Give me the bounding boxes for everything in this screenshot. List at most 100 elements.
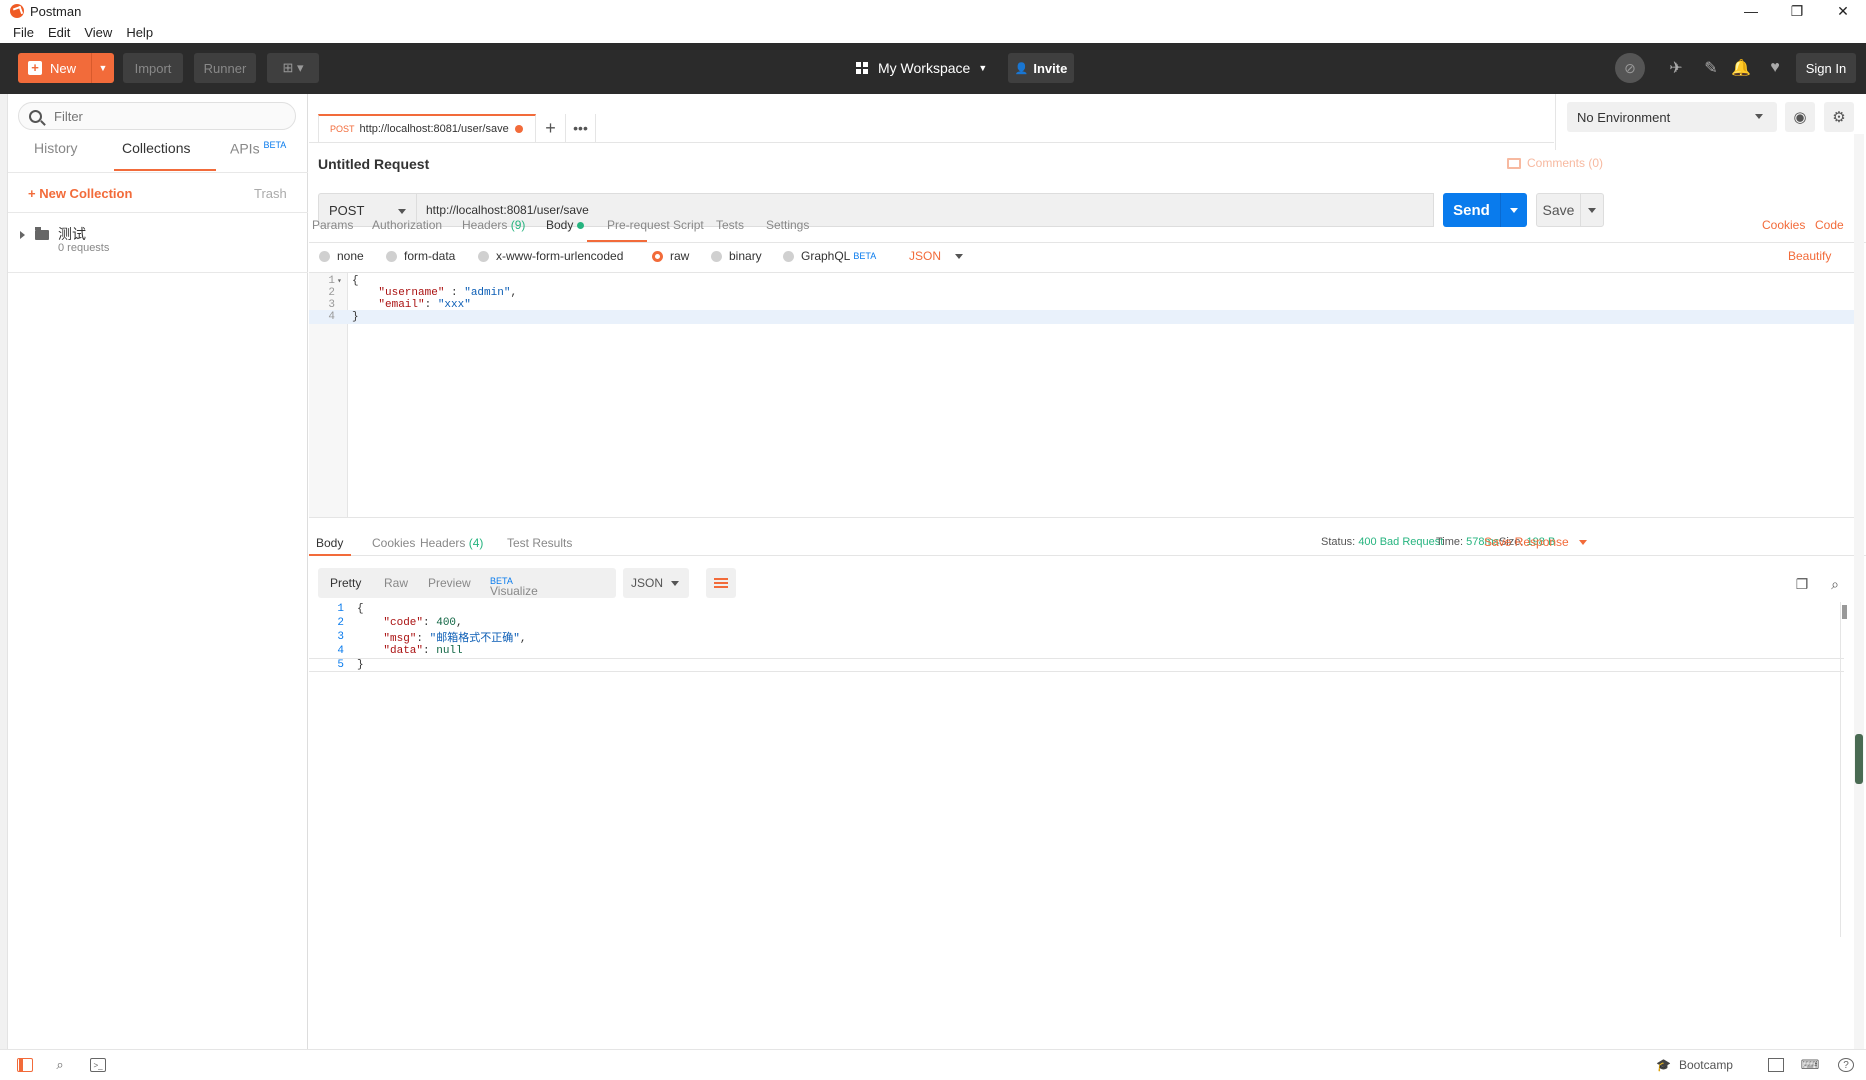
json-value: 400	[436, 617, 457, 629]
response-format-select[interactable]: JSON	[623, 568, 689, 598]
divider	[309, 142, 1554, 143]
radio-raw[interactable]: raw	[652, 249, 689, 263]
menu-view[interactable]: View	[77, 25, 119, 40]
code-link[interactable]: Code	[1815, 218, 1844, 232]
tab-prerequest[interactable]: Pre-request Script	[607, 218, 704, 232]
copy-icon[interactable]: ❐	[1794, 576, 1810, 592]
gear-icon[interactable]: ⚙	[1824, 102, 1854, 132]
unsaved-dot-icon[interactable]	[514, 125, 523, 133]
radio-none[interactable]: none	[319, 249, 364, 263]
scrollbar-thumb[interactable]	[1855, 734, 1863, 784]
maximize-button[interactable]: ❐	[1774, 0, 1820, 22]
new-dropdown-icon[interactable]: ▼	[92, 53, 114, 83]
new-button-label[interactable]: + New	[18, 53, 92, 83]
eye-icon[interactable]: ◉	[1785, 102, 1815, 132]
bootcamp-label: Bootcamp	[1678, 1058, 1733, 1072]
menu-file[interactable]: File	[6, 25, 41, 40]
import-button[interactable]: Import	[123, 53, 183, 83]
code-line: 1 {	[309, 602, 1844, 616]
json-key: "code"	[383, 617, 424, 629]
tab-collections[interactable]: Collections	[122, 140, 190, 156]
sign-in-button[interactable]: Sign In	[1796, 53, 1856, 83]
tab-authorization[interactable]: Authorization	[372, 218, 442, 232]
satellite-icon[interactable]: ✈	[1665, 57, 1687, 79]
tab-history[interactable]: History	[34, 140, 78, 156]
body-format-select[interactable]: JSON	[909, 249, 964, 263]
wrap-icon[interactable]	[706, 568, 736, 598]
new-collection-button[interactable]: + New Collection	[28, 186, 132, 201]
radio-circle-icon	[319, 250, 330, 262]
radio-form-data[interactable]: form-data	[386, 249, 455, 263]
tab-settings[interactable]: Settings	[766, 218, 809, 232]
json-value: null	[436, 645, 463, 657]
filter-input[interactable]	[54, 108, 274, 124]
scrollbar-thumb[interactable]	[1842, 605, 1847, 619]
radio-urlencoded[interactable]: x-www-form-urlencoded	[478, 249, 623, 263]
view-pretty[interactable]: Pretty	[330, 576, 361, 590]
help-icon[interactable]: ?	[1838, 1058, 1854, 1072]
expand-arrow-icon[interactable]	[20, 231, 25, 239]
response-body-viewer[interactable]: 1 { 2 "code": 400, 3 "msg": "邮箱格式不正确", 4…	[309, 602, 1844, 928]
bootcamp-link[interactable]: 🎓 Bootcamp	[1656, 1058, 1733, 1072]
sync-icon[interactable]: ⊘	[1615, 53, 1645, 83]
view-visualize[interactable]: Visualize BETA	[490, 576, 538, 598]
filter-box[interactable]	[18, 102, 296, 130]
code-text: "data": null	[383, 645, 463, 657]
sidebar-toggle-icon[interactable]	[17, 1058, 33, 1072]
view-raw[interactable]: Raw	[384, 576, 408, 590]
collection-item[interactable]: 测试 0 requests	[8, 222, 308, 268]
chevron-down-icon	[398, 209, 406, 214]
new-tab-button[interactable]: +	[536, 114, 566, 142]
find-icon[interactable]: ⌕	[52, 1057, 68, 1072]
invite-button[interactable]: 👤 Invite	[1008, 53, 1074, 83]
tab-apis[interactable]: APIs BETA	[230, 140, 286, 157]
close-button[interactable]: ✕	[1820, 0, 1866, 22]
runner-button[interactable]: Runner	[194, 53, 256, 83]
json-tail: ,	[456, 617, 463, 629]
save-dropdown-icon[interactable]	[1581, 194, 1603, 226]
line-number: 1	[337, 603, 344, 615]
comments-link[interactable]: Comments (0)	[1507, 156, 1603, 170]
view-preview[interactable]: Preview	[428, 576, 471, 590]
request-tab[interactable]: POST http://localhost:8081/user/save	[318, 114, 536, 142]
two-pane-icon[interactable]	[1768, 1058, 1784, 1072]
radio-circle-icon	[783, 250, 794, 262]
keyboard-icon[interactable]: ⌨	[1801, 1057, 1820, 1072]
search-icon[interactable]: ⌕	[1827, 576, 1843, 592]
request-body-editor[interactable]: 1 ▾ { 2 "username" : "admin", 3 "email":…	[309, 272, 1854, 518]
radio-binary[interactable]: binary	[711, 249, 762, 263]
tab-headers[interactable]: Headers (9)	[462, 218, 525, 232]
fold-icon[interactable]: ▾	[335, 276, 348, 286]
heart-icon[interactable]: ♥	[1764, 57, 1786, 79]
trash-link[interactable]: Trash	[254, 186, 287, 201]
radio-graphql[interactable]: GraphQL BETA	[783, 249, 876, 263]
tab-tests[interactable]: Tests	[716, 218, 744, 232]
console-icon[interactable]: >_	[90, 1058, 106, 1072]
request-subtabs: Params Authorization Headers (9) Body Pr…	[309, 218, 1554, 248]
tab-params[interactable]: Params	[312, 218, 353, 232]
resp-tab-test-results[interactable]: Test Results	[507, 536, 572, 550]
resp-tab-cookies[interactable]: Cookies	[372, 536, 415, 550]
workspace-selector[interactable]: My Workspace ▼	[856, 53, 987, 83]
menu-help[interactable]: Help	[119, 25, 160, 40]
bootcamp-icon: 🎓	[1656, 1058, 1671, 1072]
environment-select[interactable]: No Environment	[1567, 102, 1777, 132]
bell-icon[interactable]: 🔔	[1730, 57, 1752, 79]
sidebar-tabs: History Collections APIs BETA	[8, 140, 308, 168]
code-line-current: 5 }	[309, 658, 1844, 672]
minimize-button[interactable]: —	[1728, 0, 1774, 22]
resp-tab-headers[interactable]: Headers (4)	[420, 536, 483, 550]
new-button[interactable]: + New ▼	[18, 53, 114, 83]
beta-badge: BETA	[853, 251, 877, 261]
menu-edit[interactable]: Edit	[41, 25, 77, 40]
new-window-button[interactable]: ⊞ ▾	[267, 53, 319, 83]
cookies-link[interactable]: Cookies	[1762, 218, 1805, 232]
wrench-icon[interactable]: ✎	[1700, 57, 1722, 79]
save-response-button[interactable]: Save Response	[1484, 535, 1587, 549]
resp-tab-body[interactable]: Body	[316, 536, 343, 550]
tab-body[interactable]: Body	[546, 218, 585, 232]
beautify-link[interactable]: Beautify	[1788, 249, 1831, 263]
more-tabs-icon[interactable]: •••	[566, 114, 596, 142]
main-scrollbar[interactable]	[1854, 134, 1864, 1049]
response-scrollbar[interactable]	[1840, 602, 1848, 937]
